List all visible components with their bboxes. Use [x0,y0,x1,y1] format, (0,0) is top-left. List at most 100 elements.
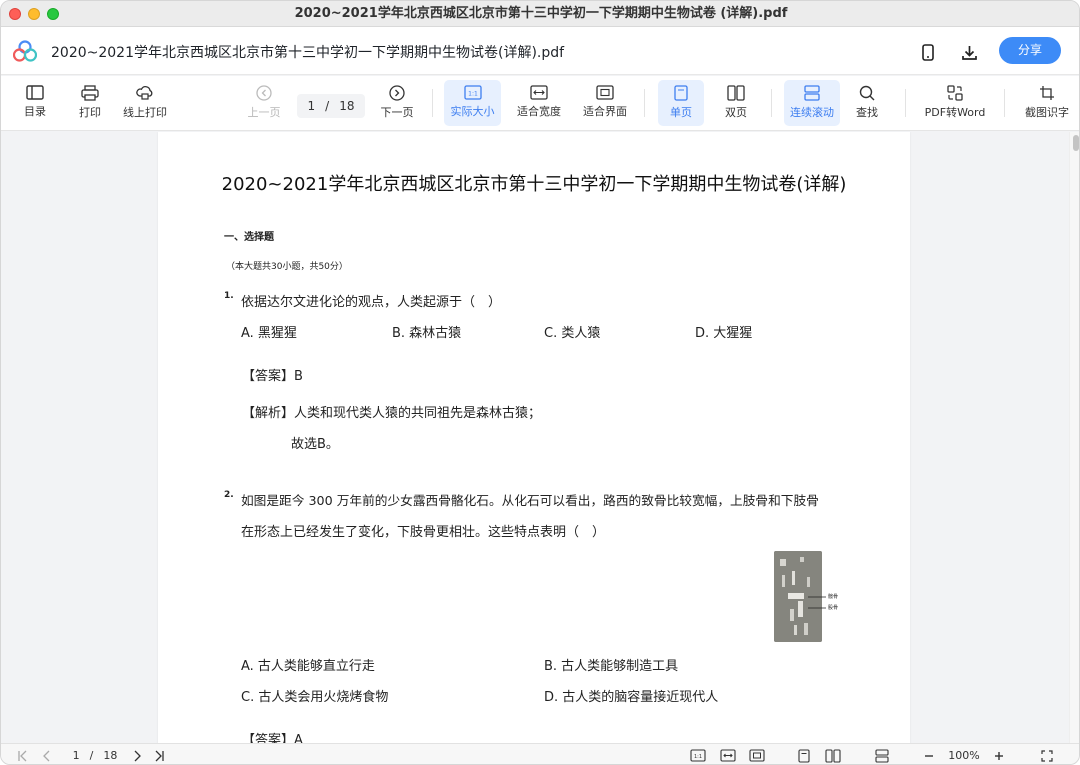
option-c: C. 古人类会用火烧烤食物 [241,690,389,705]
fit-width-button[interactable] [719,747,737,764]
single-page-button[interactable]: 单页 [658,80,704,126]
cloud-print-icon [136,86,153,100]
fullscreen-icon [1041,749,1053,762]
analysis-label: 【解析】 [242,406,295,421]
plus-icon [995,751,1003,760]
section-note: （本大题共30小题，共50分） [226,262,348,272]
question-number: 2. [224,490,234,500]
fit-width-label: 适合宽度 [517,105,561,118]
fit-screen-label: 适合界面 [583,105,627,118]
actual-size-button[interactable]: 1:1 [689,747,707,764]
question-number: 1. [224,291,234,301]
single-page-button[interactable] [795,747,813,764]
online-print-button[interactable]: 线上打印 [118,80,172,126]
pdf-to-word-button[interactable]: PDF转Word [919,80,991,126]
double-page-label: 双页 [725,106,747,119]
status-bar: 1 / 18 1:1 100% [1,743,1079,764]
minus-icon [925,754,933,757]
fit-width-icon [530,85,548,100]
toolbar-divider [644,89,645,117]
page-number-field[interactable]: 1 / 18 [297,94,365,118]
current-page: 1 [307,99,316,113]
answer-label: 【答案】 [242,369,295,384]
single-page-label: 单页 [670,106,692,119]
fit-width-button[interactable]: 适合宽度 [512,80,566,126]
zoom-out-button[interactable] [921,747,937,764]
option-a: A. 古人类能够直立行走 [241,659,375,674]
document-header: 2020~2021学年北京西城区北京市第十三中学初一下学期期中生物试卷(详解).… [1,27,1079,75]
next-page-button[interactable]: 下一页 [375,80,419,126]
actual-size-icon: 1:1 [463,85,482,100]
answer-value: B [294,369,303,384]
print-button[interactable]: 打印 [72,80,108,126]
toolbar-divider [432,89,433,117]
fit-screen-button[interactable]: 适合界面 [578,80,632,126]
find-button[interactable]: 查找 [849,80,885,126]
pdf-to-word-label: PDF转Word [924,106,986,119]
app-logo-icon [13,40,37,62]
double-page-button[interactable]: 双页 [714,80,758,126]
continuous-scroll-button[interactable] [873,747,891,764]
figure-label-femur: 股骨 [828,605,839,611]
chevron-left-icon [43,750,50,761]
next-page-button[interactable] [129,747,145,764]
single-page-icon [674,85,688,101]
fit-width-icon [720,749,736,762]
analysis-line: 【解析】人类和现代类人猿的共同祖先是森林古猿； [242,402,541,421]
page-indicator[interactable]: 1 / 18 [65,747,125,764]
pdf-page: 2020~2021学年北京西城区北京市第十三中学初一下学期期中生物试卷(详解) … [158,132,910,743]
figure-label-hip: 髋骨 [828,594,839,600]
answer-value: A [294,733,303,743]
app-window: 2020~2021学年北京西城区北京市第十三中学初一下学期期中生物试卷 (详解)… [0,0,1080,765]
actual-size-label: 实际大小 [450,105,495,118]
page-separator: / [89,749,94,762]
last-page-button[interactable] [151,747,167,764]
question-text-line2: 在形态上已经发生了变化，下肢骨更相壮。这些特点表明（ ） [241,525,606,540]
share-button[interactable]: 分享 [999,37,1061,64]
download-button[interactable] [958,41,980,63]
vertical-scrollbar[interactable] [1069,132,1079,743]
scrollbar-thumb[interactable] [1073,135,1079,151]
toolbar: 目录 打印 线上打印 上一页 1 / 18 下一页 1:1 实际大小 适合宽度 … [1,76,1079,131]
close-window-button[interactable] [9,8,21,20]
find-label: 查找 [856,106,878,119]
search-icon [859,85,875,101]
fit-screen-button[interactable] [748,747,766,764]
document-heading: 2020~2021学年北京西城区北京市第十三中学初一下学期期中生物试卷(详解) [221,174,847,195]
single-page-icon [798,748,810,763]
answer-line: 【答案】A [242,729,303,743]
question-text: 依据达尔文进化论的观点，人类起源于（ ） [241,295,502,310]
mobile-view-button[interactable] [917,41,939,63]
option-b: B. 古人类能够制造工具 [544,659,679,674]
next-page-label: 下一页 [380,106,414,119]
fullscreen-button[interactable] [1039,747,1055,764]
document-viewport[interactable]: 2020~2021学年北京西城区北京市第十三中学初一下学期期中生物试卷(详解) … [1,132,1079,743]
continuous-scroll-button[interactable]: 连续滚动 [784,80,840,126]
continuous-scroll-icon [875,748,889,763]
question-text-line1: 如图是距今 300 万年前的少女露西骨骼化石。从化石可以看出，路西的致骨比较宽幅… [241,493,819,508]
toolbar-divider [1004,89,1005,117]
double-page-button[interactable] [823,747,843,764]
first-page-icon [18,750,27,761]
first-page-button[interactable] [15,747,31,764]
actual-size-button[interactable]: 1:1 实际大小 [444,80,501,126]
minimize-window-button[interactable] [28,8,40,20]
analysis-text: 人类和现代类人猿的共同祖先是森林古猿； [294,406,542,421]
prev-page-button[interactable]: 上一页 [243,80,285,126]
chevron-right-icon [134,750,141,761]
toc-button[interactable]: 目录 [17,80,53,126]
actual-size-icon: 1:1 [690,749,706,762]
maximize-window-button[interactable] [47,8,59,20]
zoom-level[interactable]: 100% [945,747,983,764]
phone-icon [922,43,934,61]
ocr-button[interactable]: 截图识字 [1019,80,1075,126]
prev-page-button[interactable] [39,747,55,764]
last-page-icon [155,750,164,761]
answer-line: 【答案】B [242,365,303,384]
svg-text:1:1: 1:1 [694,754,702,760]
zoom-in-button[interactable] [991,747,1007,764]
title-bar: 2020~2021学年北京西城区北京市第十三中学初一下学期期中生物试卷 (详解)… [1,1,1079,27]
window-title: 2020~2021学年北京西城区北京市第十三中学初一下学期期中生物试卷 (详解)… [294,6,788,21]
double-page-icon [727,85,745,101]
current-page: 1 [72,749,80,762]
